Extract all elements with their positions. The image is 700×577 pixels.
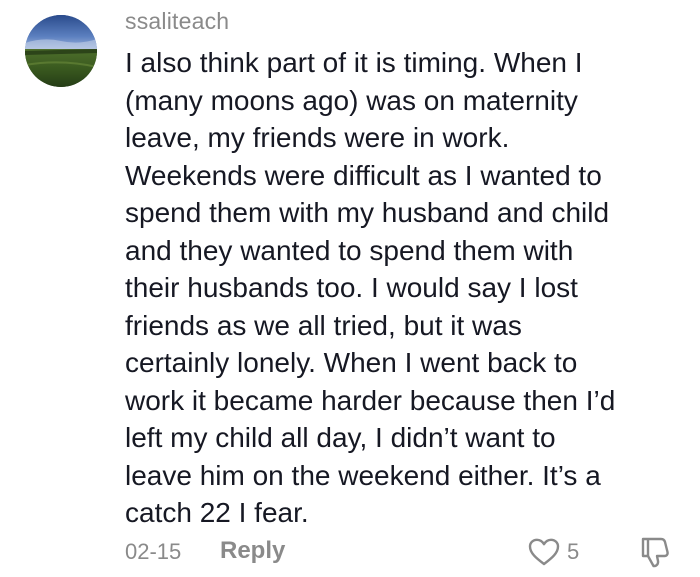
- comment-item: ssaliteach I also think part of it is ti…: [0, 0, 700, 577]
- comment-username[interactable]: ssaliteach: [125, 8, 229, 35]
- like-button[interactable]: 5: [527, 535, 607, 569]
- comment-text: I also think part of it is timing. When …: [125, 47, 616, 528]
- reply-button[interactable]: Reply: [220, 537, 285, 565]
- heart-outline-icon: [528, 538, 560, 566]
- comment-footer: 02-15 Reply 5: [125, 535, 685, 569]
- like-count: 5: [567, 539, 580, 564]
- dislike-button[interactable]: [637, 535, 673, 569]
- avatar-landscape-image: [25, 15, 97, 87]
- thumbs-down-outline-icon: [641, 537, 669, 568]
- comment-date: 02-15: [125, 539, 182, 564]
- avatar[interactable]: [25, 15, 97, 87]
